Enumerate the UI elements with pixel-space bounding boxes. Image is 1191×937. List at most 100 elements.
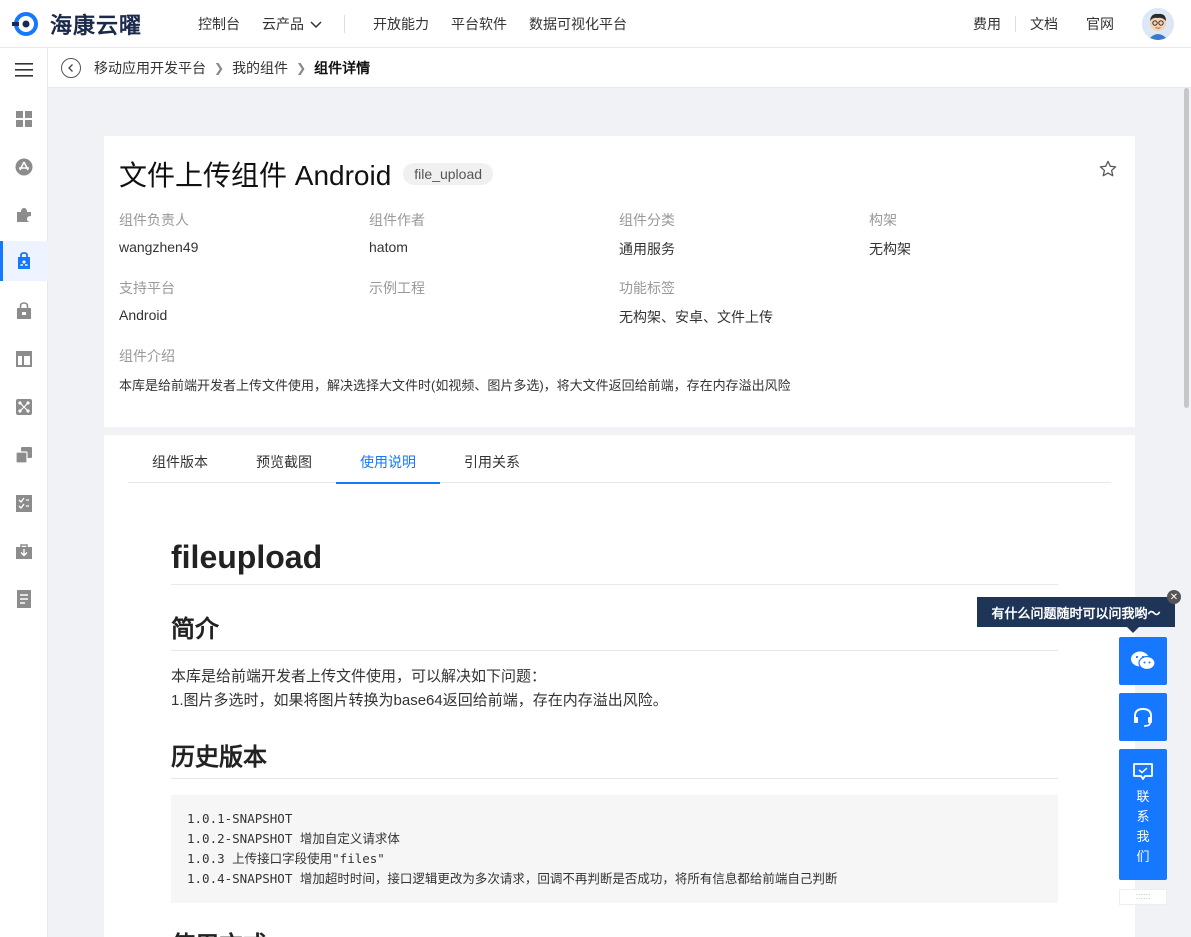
doc-intro-line: 本库是给前端开发者上传文件使用，可以解决如下问题： (171, 668, 547, 685)
code-line: 1.0.3 上传接口字段使用"files" (187, 851, 385, 866)
sidebar-item-tasks[interactable] (0, 483, 48, 523)
component-info-card: 文件上传组件 Android file_upload 组件负责人 wangzhe… (104, 136, 1135, 427)
app-store-icon (15, 158, 33, 176)
copy-icon (16, 447, 32, 463)
sidebar-item-my-components[interactable] (0, 241, 48, 281)
shopping-bag-icon (17, 302, 31, 319)
sidebar-item-releases[interactable] (0, 531, 48, 571)
scrollbar-thumb[interactable] (1184, 88, 1189, 408)
doc-intro-line: 1.图片多选时，如果将图片转换为base64返回给前端，存在内存溢出风险。 (171, 692, 668, 709)
puzzle-icon (17, 208, 31, 222)
sidebar-item-docs[interactable] (0, 579, 48, 619)
nav-billing[interactable]: 费用 (959, 14, 1015, 34)
wechat-icon (1131, 651, 1156, 671)
code-line: 1.0.4-SNAPSHOT 增加超时时间，接口逻辑更改为多次请求，回调不再判断… (187, 871, 838, 886)
breadcrumb-mobile-platform[interactable]: 移动应用开发平台 (94, 58, 206, 78)
menu-icon (15, 63, 33, 77)
breadcrumb-component-detail: 组件详情 (314, 59, 371, 76)
field-platform: 支持平台 Android (119, 278, 175, 323)
field-value: Android (119, 307, 168, 323)
tab-bar: 组件版本 预览截图 使用说明 引用关系 (128, 435, 1111, 484)
chevron-right-icon: ❯ (214, 60, 225, 75)
star-icon (1099, 160, 1117, 177)
field-owner: 组件负责人 wangzhen49 (119, 210, 198, 255)
nav-docs[interactable]: 文档 (1016, 14, 1072, 34)
sidebar-item-dashboard[interactable] (0, 99, 48, 139)
wechat-button[interactable] (1119, 637, 1167, 685)
doc-title: fileupload (171, 539, 1058, 585)
field-label: 组件作者 (369, 212, 425, 228)
contact-us-label: 联系我们 (1136, 789, 1150, 864)
download-box-icon (16, 544, 32, 559)
component-package-icon (18, 252, 30, 269)
component-tag: file_upload (403, 163, 494, 185)
field-label: 组件介绍 (119, 348, 175, 364)
network-icon (16, 399, 32, 415)
sidebar (0, 48, 48, 937)
tab-usage[interactable]: 使用说明 (336, 435, 440, 484)
headset-icon (1134, 707, 1152, 727)
customer-service-button[interactable] (1119, 693, 1167, 741)
back-button[interactable] (61, 57, 81, 78)
usage-document: fileupload 简介 本库是给前端开发者上传文件使用，可以解决如下问题： … (171, 539, 1058, 937)
field-label: 功能标签 (619, 280, 675, 296)
field-value: 本库是给前端开发者上传文件使用，解决选择大文件时(如视频、图片多选)，将大文件返… (119, 378, 791, 393)
top-bar: 海康云曜 控制台 云产品 开放能力 平台软件 数据可视化平台 费用 文档 官网 (0, 0, 1191, 48)
top-nav: 控制台 云产品 开放能力 平台软件 数据可视化平台 (180, 14, 631, 34)
field-description: 组件介绍 本库是给前端开发者上传文件使用，解决选择大文件时(如视频、图片多选)，… (119, 346, 1119, 394)
brand-name: 海康云曜 (50, 13, 143, 39)
field-feature-tags: 功能标签 无构架、安卓、文件上传 (619, 278, 773, 327)
sidebar-item-store[interactable] (0, 291, 48, 331)
dashboard-icon (16, 111, 32, 127)
contact-us-button[interactable]: 联系我们 (1119, 749, 1167, 880)
help-tooltip: 有什么问题随时可以问我哟～ (977, 597, 1175, 633)
field-label: 支持平台 (119, 280, 175, 296)
drag-handle[interactable]: :::::: (1119, 889, 1167, 905)
tab-versions[interactable]: 组件版本 (128, 435, 232, 483)
logo-icon (12, 11, 38, 36)
tab-references[interactable]: 引用关系 (440, 435, 544, 483)
nav-cloud-products[interactable]: 云产品 (262, 14, 324, 34)
chevron-right-icon: ❯ (296, 60, 307, 75)
field-value: wangzhen49 (119, 239, 199, 255)
sidebar-item-apps[interactable] (0, 147, 48, 187)
breadcrumb-my-components[interactable]: 我的组件 (232, 58, 288, 78)
code-block: 1.0.1-SNAPSHOT 1.0.2-SNAPSHOT 增加自定义请求体 1… (171, 795, 1058, 903)
doc-intro-heading: 简介 (171, 609, 1058, 651)
sidebar-item-components[interactable] (0, 195, 48, 235)
field-label: 组件负责人 (119, 212, 189, 228)
sidebar-item-layout[interactable] (0, 339, 48, 379)
nav-divider (344, 14, 345, 33)
doc-history-heading: 历史版本 (171, 737, 1058, 779)
avatar[interactable] (1142, 8, 1174, 40)
sidebar-item-copies[interactable] (0, 435, 48, 475)
close-icon[interactable]: ✕ (1167, 590, 1181, 604)
checklist-icon (16, 495, 32, 512)
nav-open-capabilities[interactable]: 开放能力 (373, 14, 429, 34)
menu-toggle-button[interactable] (0, 50, 48, 90)
field-author: 组件作者 hatom (369, 210, 425, 255)
user-avatar-icon (1142, 8, 1174, 40)
code-line: 1.0.2-SNAPSHOT 增加自定义请求体 (187, 831, 400, 846)
nav-official-site[interactable]: 官网 (1072, 14, 1128, 34)
nav-console[interactable]: 控制台 (198, 14, 240, 34)
doc-usage-heading: 使用方式 (171, 925, 1058, 937)
tab-screenshots[interactable]: 预览截图 (232, 435, 336, 483)
nav-platform-software[interactable]: 平台软件 (451, 14, 507, 34)
nav-data-visualization[interactable]: 数据可视化平台 (529, 14, 627, 34)
doc-intro-text: 本库是给前端开发者上传文件使用，可以解决如下问题： 1.图片多选时，如果将图片转… (171, 665, 1058, 713)
top-right-nav: 费用 文档 官网 (959, 0, 1191, 48)
sidebar-item-integration[interactable] (0, 387, 48, 427)
field-architecture: 构架 无构架 (869, 210, 911, 259)
field-label: 构架 (869, 212, 897, 228)
code-line: 1.0.1-SNAPSHOT (187, 811, 293, 826)
field-category: 组件分类 通用服务 (619, 210, 675, 259)
field-label: 组件分类 (619, 212, 675, 228)
field-value: hatom (369, 239, 408, 255)
chevron-down-icon (310, 20, 322, 28)
field-sample-project: 示例工程 (369, 278, 425, 307)
content-card: 组件版本 预览截图 使用说明 引用关系 fileupload 简介 本库是给前端… (104, 435, 1135, 937)
page-title: 文件上传组件 Android (119, 160, 392, 191)
favorite-button[interactable] (1099, 160, 1117, 183)
logo[interactable]: 海康云曜 (12, 8, 180, 40)
